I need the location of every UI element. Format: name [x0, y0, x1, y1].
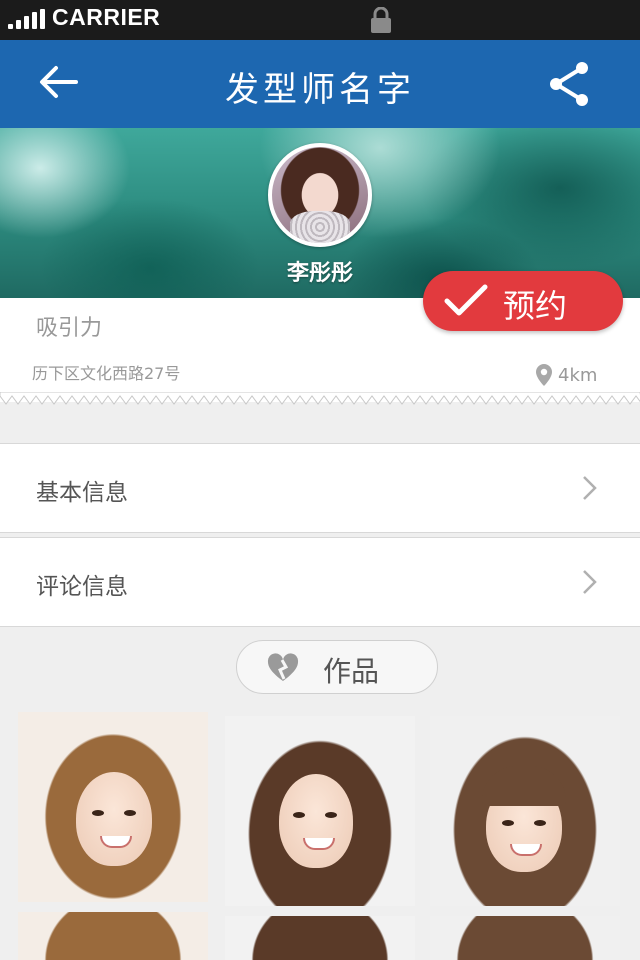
row-basic-info-label: 基本信息 — [36, 480, 128, 506]
row-basic-info[interactable]: 基本信息 — [0, 443, 640, 533]
page-title: 发型师名字 — [225, 70, 415, 110]
row-comments-label: 评论信息 — [36, 574, 128, 600]
work-photo[interactable] — [18, 712, 208, 902]
nav-bar: 发型师名字 — [0, 40, 640, 128]
work-photo[interactable] — [430, 916, 620, 960]
work-photo[interactable] — [225, 716, 415, 906]
works-header: 作品 — [236, 640, 438, 694]
address: 历下区文化西路27号 — [32, 364, 181, 383]
zigzag-divider — [0, 392, 640, 405]
avatar[interactable] — [268, 143, 372, 247]
share-icon[interactable] — [546, 60, 594, 108]
heart-icon — [267, 653, 299, 681]
book-button-label: 预约 — [503, 287, 568, 325]
carrier-name: CARRIER — [52, 4, 161, 30]
lock-icon — [371, 7, 391, 33]
signal-strength-icon — [8, 9, 48, 29]
works-label: 作品 — [323, 655, 380, 688]
work-photo[interactable] — [225, 916, 415, 960]
row-comments[interactable]: 评论信息 — [0, 537, 640, 627]
tagline: 吸引力 — [36, 316, 103, 341]
work-photo[interactable] — [430, 716, 620, 906]
book-button[interactable]: 预约 — [423, 271, 623, 331]
status-bar: CARRIER — [0, 0, 640, 40]
check-icon — [444, 284, 488, 316]
work-photo[interactable] — [18, 912, 208, 960]
chevron-right-icon — [583, 476, 597, 500]
chevron-right-icon — [583, 570, 597, 594]
distance: 4km — [558, 365, 598, 386]
location-pin-icon — [536, 364, 552, 386]
